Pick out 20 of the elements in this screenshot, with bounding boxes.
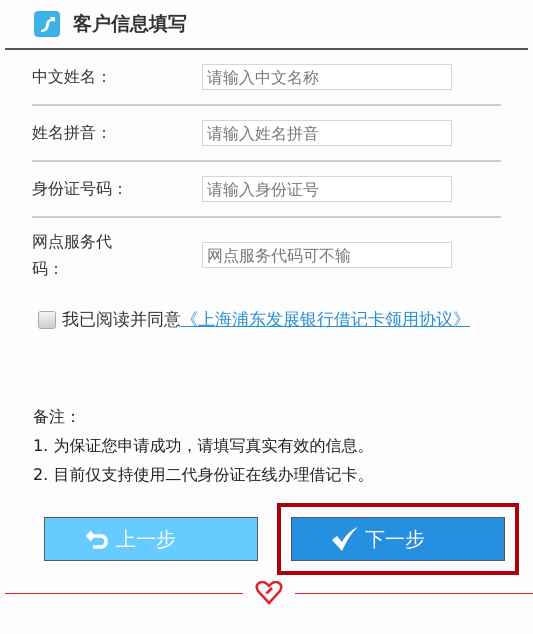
note-text: 备注： <box>33 406 82 428</box>
agreement-link[interactable]: 《上海浦东发展银行借记卡领用协议》 <box>181 310 470 330</box>
field-label: 姓名拼音： <box>32 122 113 144</box>
note-text: 1. 为保证您申请成功，请填写真实有效的信息。 <box>33 435 374 457</box>
input-field[interactable]: 请输入中文名称 <box>202 64 452 90</box>
checkbox[interactable] <box>38 311 56 329</box>
page-title: 客户信息填写 <box>73 12 187 37</box>
heart-hand-icon <box>255 581 283 605</box>
field-label: 中文姓名： <box>32 66 113 88</box>
app-logo-icon <box>33 10 61 38</box>
agreement-text: 我已阅读并同意《上海浦东发展银行借记卡领用协议》 <box>62 309 470 332</box>
input-field[interactable]: 请输入身份证号 <box>202 176 452 202</box>
check-icon <box>331 526 359 552</box>
note-text: 2. 目前仅支持使用二代身份证在线办理借记卡。 <box>33 464 374 486</box>
input-field[interactable]: 请输入姓名拼音 <box>202 120 452 146</box>
back-button[interactable]: 上一步 <box>44 517 258 561</box>
next-button[interactable]: 下一步 <box>291 517 505 561</box>
input-field[interactable]: 网点服务代码可不输 <box>202 242 452 268</box>
field-label: 网点服务代码： <box>32 230 113 280</box>
field-label: 身份证号码： <box>32 178 128 200</box>
